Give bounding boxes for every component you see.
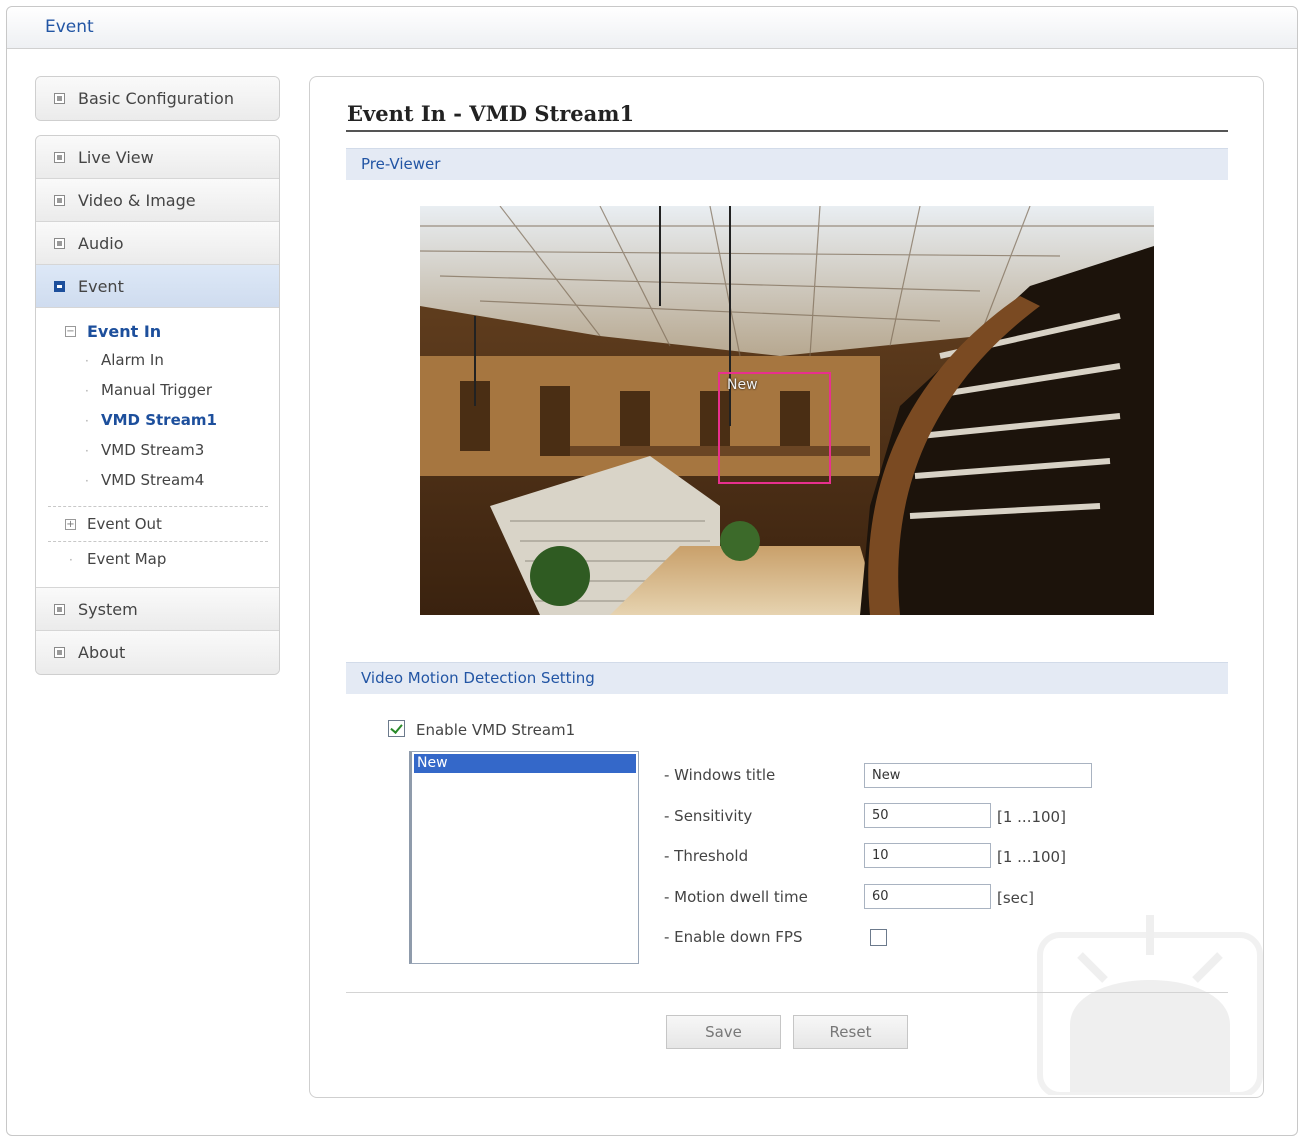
tree-divider [48, 506, 268, 507]
windows-title-label: - Windows title [664, 766, 776, 784]
alarm-light-icon [1037, 915, 1263, 1095]
tree-item-event-in[interactable]: Event In [87, 322, 161, 341]
sidebar-item-label: Basic Configuration [78, 89, 234, 108]
threshold-range: [1 ...100] [997, 848, 1066, 866]
enable-vmd-label: Enable VMD Stream1 [416, 721, 576, 739]
window-titlebar: Event [7, 7, 1297, 49]
tree-item-manual-trigger[interactable]: Manual Trigger [101, 381, 212, 399]
sidebar-item-event[interactable]: Event [36, 265, 279, 308]
page-title: Event In - VMD Stream1 [347, 101, 635, 126]
motion-dwell-time-label: - Motion dwell time [664, 888, 808, 906]
motion-dwell-time-unit: [sec] [997, 889, 1034, 907]
expand-icon [54, 238, 65, 249]
sensitivity-label: - Sensitivity [664, 807, 753, 825]
sidebar-item-label: Live View [78, 148, 154, 167]
reset-button[interactable]: Reset [793, 1015, 908, 1049]
window-title: Event [45, 17, 94, 37]
sidebar-item-label: Event [78, 277, 124, 296]
tree-item-alarm-in[interactable]: Alarm In [101, 351, 164, 369]
bullet-icon: · [69, 553, 73, 567]
save-button[interactable]: Save [666, 1015, 781, 1049]
sidebar-item-audio[interactable]: Audio [36, 222, 279, 265]
section-header-pre-viewer: Pre-Viewer [346, 148, 1228, 180]
expand-icon [54, 93, 65, 104]
title-underline [346, 130, 1228, 132]
threshold-label: - Threshold [664, 847, 749, 865]
bullet-icon: · [85, 354, 89, 368]
tree-expand-icon[interactable]: + [65, 519, 76, 530]
form-divider [346, 992, 1228, 993]
section-header-vmd-settings: Video Motion Detection Setting [346, 662, 1228, 694]
motion-window-list[interactable]: New [409, 751, 639, 964]
sidebar-item-label: System [78, 600, 138, 619]
main-panel: Event In - VMD Stream1 Pre-Viewer New Vi… [309, 76, 1264, 1098]
sidebar-main-group: Live View Video & Image Audio Event − Ev… [35, 135, 280, 675]
bullet-icon: · [85, 384, 89, 398]
sidebar-item-label: About [78, 643, 126, 662]
sidebar-item-system[interactable]: System [36, 588, 279, 631]
expand-icon [54, 195, 65, 206]
sidebar-item-basic-configuration[interactable]: Basic Configuration [36, 77, 279, 120]
sidebar-item-video-image[interactable]: Video & Image [36, 179, 279, 222]
tree-collapse-icon[interactable]: − [65, 326, 76, 337]
camera-preview[interactable]: New [420, 206, 1154, 615]
bullet-icon: · [85, 444, 89, 458]
section-title: Video Motion Detection Setting [361, 669, 595, 687]
sidebar-basic-group: Basic Configuration [35, 76, 280, 121]
expand-icon [54, 604, 65, 615]
bullet-icon: · [85, 474, 89, 488]
sidebar-item-label: Video & Image [78, 191, 196, 210]
expand-icon [54, 152, 65, 163]
sidebar-item-label: Audio [78, 234, 124, 253]
windows-title-input[interactable]: New [864, 763, 1092, 788]
tree-divider [48, 541, 268, 542]
enable-vmd-checkbox[interactable] [388, 720, 405, 737]
expand-icon [54, 647, 65, 658]
motion-window-label: New [727, 377, 758, 393]
sidebar-item-about[interactable]: About [36, 631, 279, 674]
event-subtree: − Event In · Alarm In · Manual Trigger ·… [36, 308, 279, 588]
tree-item-vmd-stream1[interactable]: VMD Stream1 [101, 411, 217, 429]
enable-down-fps-label: - Enable down FPS [664, 928, 803, 946]
sensitivity-range: [1 ...100] [997, 808, 1066, 826]
list-item[interactable]: New [414, 754, 636, 773]
bullet-icon: · [85, 414, 89, 428]
threshold-input[interactable]: 10 [864, 843, 991, 868]
tree-item-event-out[interactable]: Event Out [87, 515, 162, 533]
section-title: Pre-Viewer [361, 155, 441, 173]
enable-down-fps-checkbox[interactable] [870, 929, 887, 946]
collapse-icon [54, 281, 65, 292]
sensitivity-input[interactable]: 50 [864, 803, 991, 828]
sidebar-item-live-view[interactable]: Live View [36, 136, 279, 179]
tree-item-vmd-stream4[interactable]: VMD Stream4 [101, 471, 204, 489]
tree-item-event-map[interactable]: Event Map [87, 550, 166, 568]
motion-dwell-time-input[interactable]: 60 [864, 884, 991, 909]
tree-item-vmd-stream3[interactable]: VMD Stream3 [101, 441, 204, 459]
